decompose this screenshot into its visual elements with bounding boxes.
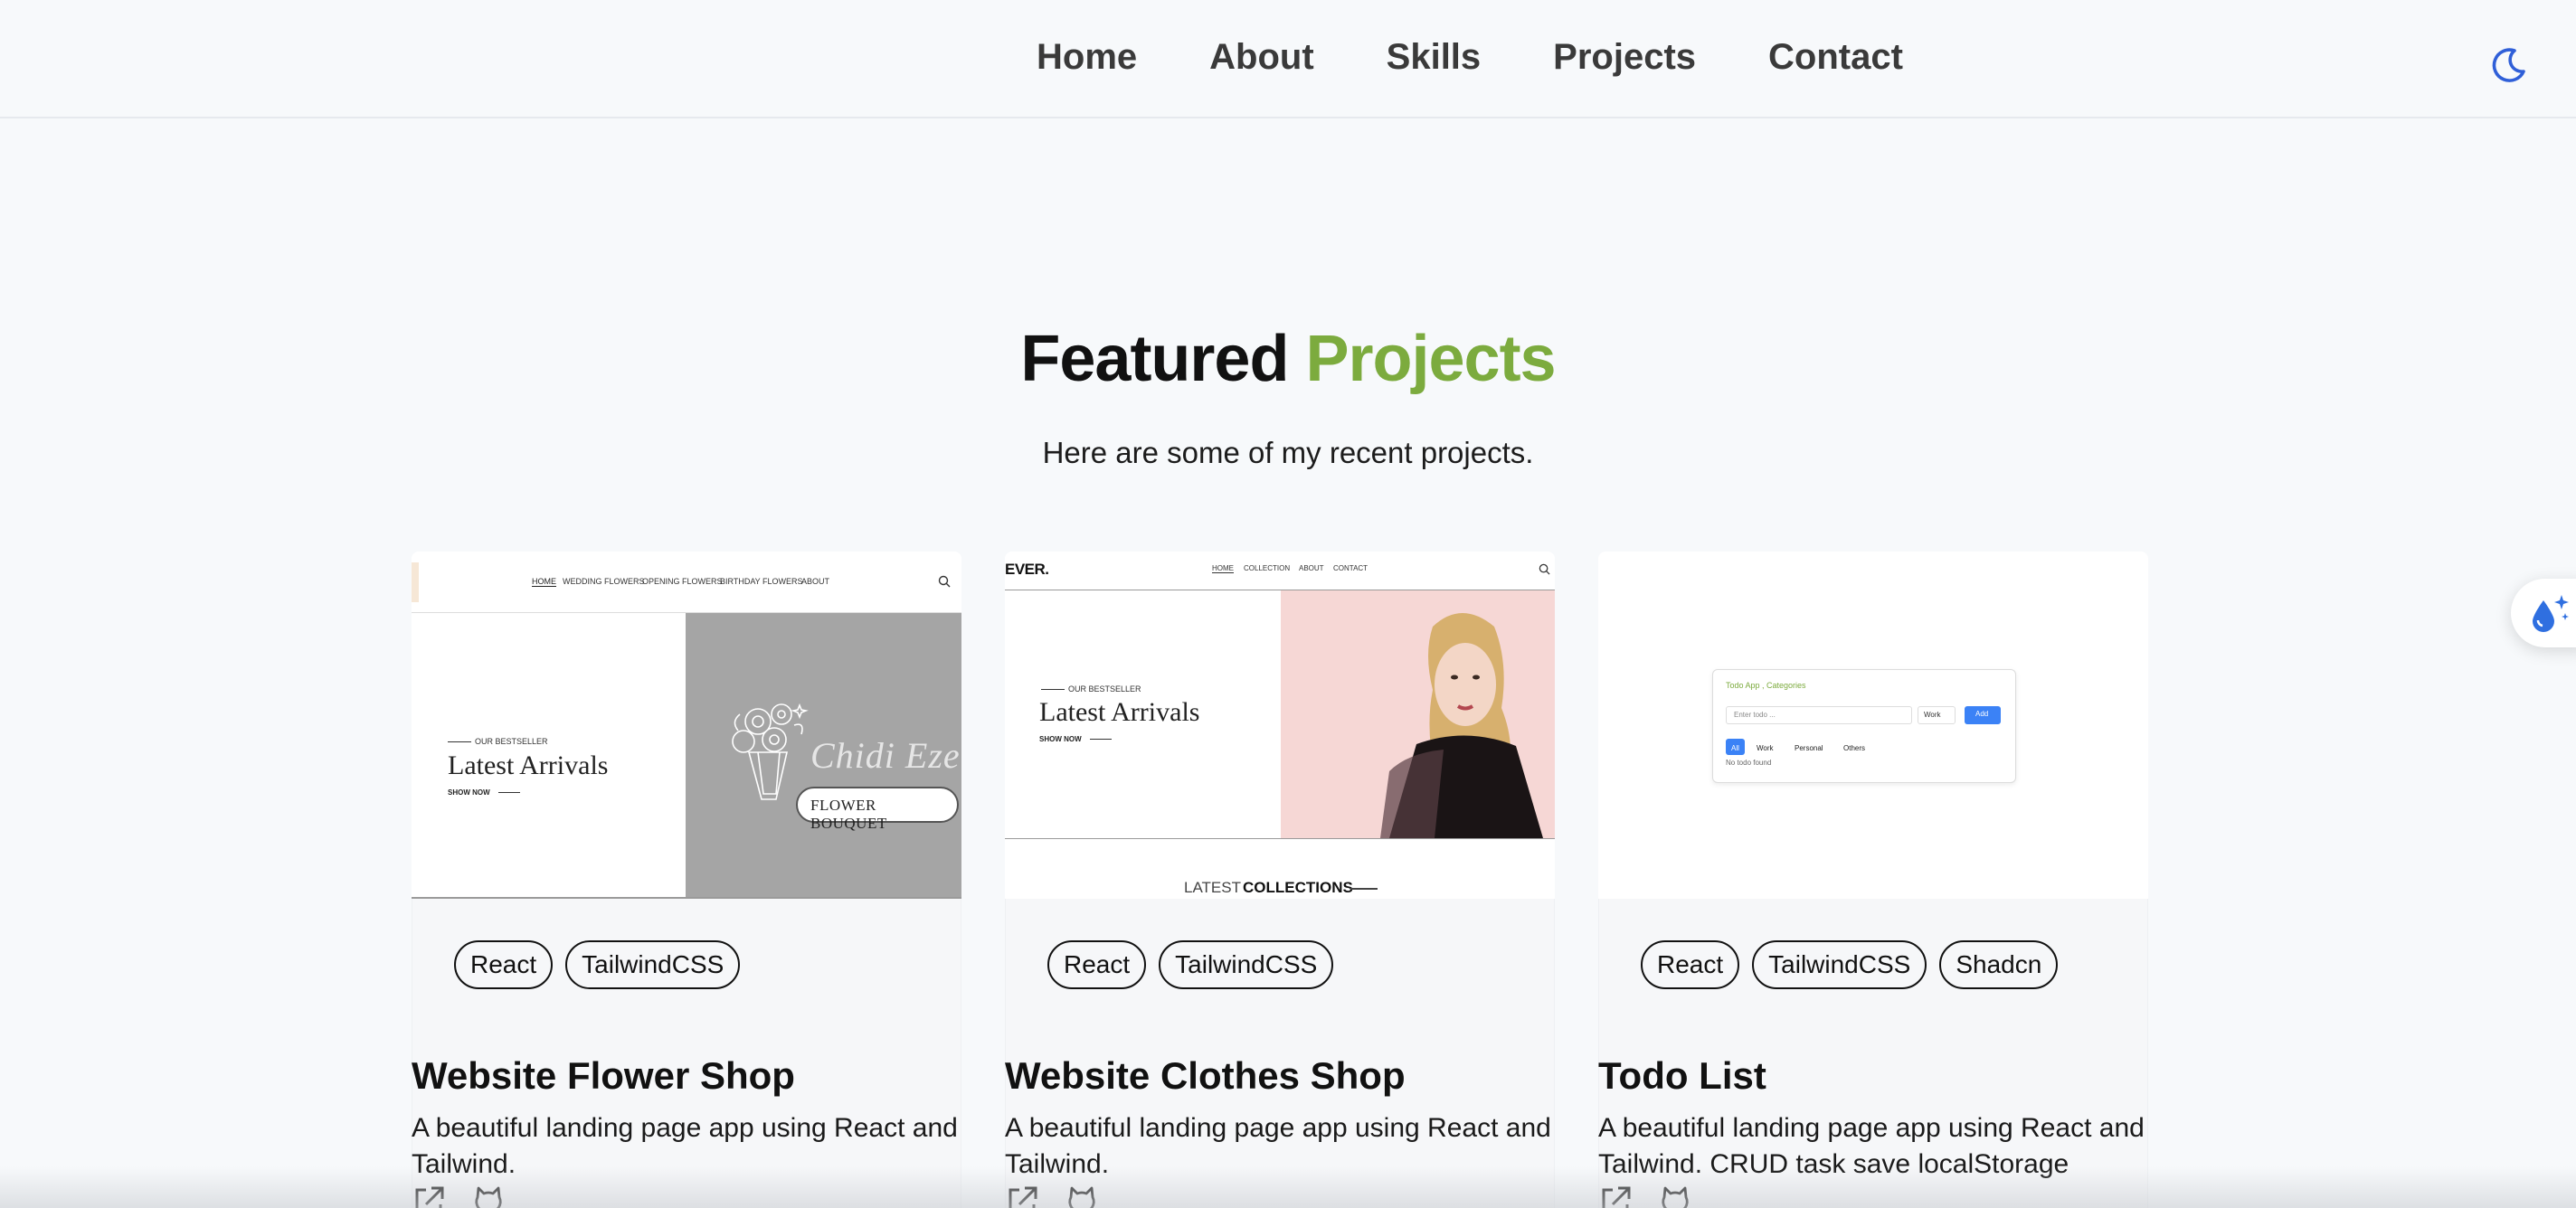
top-navbar: Home About Skills Projects Contact: [0, 0, 2576, 118]
preview-footer-right: COLLECTIONS: [1243, 879, 1353, 896]
preview-category-select: Work: [1918, 706, 1956, 724]
project-links: [1598, 1184, 1718, 1208]
tag-tailwindcss: TailwindCSS: [565, 940, 741, 989]
github-icon[interactable]: [1658, 1184, 1692, 1208]
preview-rule: [448, 741, 471, 742]
preview-add-label: Add: [1975, 710, 1989, 718]
preview-hero-left: OUR BESTSELLER Latest Arrivals SHOW NOW: [412, 613, 686, 899]
side-floating-button[interactable]: [2511, 579, 2576, 647]
preview-hero-right: Chidi Eze FLOWER BOUQUET: [686, 613, 961, 897]
preview-todo-app: Todo App , Categories Enter todo ... Wor…: [1712, 669, 2016, 783]
external-link-icon[interactable]: [412, 1184, 446, 1208]
tag-react: React: [1047, 940, 1147, 989]
preview-banner-text: FLOWER BOUQUET: [810, 797, 887, 832]
preview-collections-strip: LATEST COLLECTIONS: [1005, 839, 1555, 899]
preview-search-icon: [938, 575, 951, 588]
title-main: Featured: [1020, 323, 1289, 395]
preview-rule: [1350, 888, 1378, 890]
project-title: Website Flower Shop: [412, 1054, 795, 1097]
project-preview-image[interactable]: Todo App , Categories Enter todo ... Wor…: [1598, 552, 2148, 899]
preview-filter-personal: Personal: [1795, 744, 1823, 752]
preview-filter-others: Others: [1843, 744, 1866, 752]
nav-link-projects[interactable]: Projects: [1553, 31, 1696, 83]
preview-filter-all: All: [1726, 739, 1745, 755]
preview-navbar: HOME WEDDING FLOWERS OPENING FLOWERS BIR…: [412, 552, 961, 613]
tag-shadcn: Shadcn: [1939, 940, 2059, 989]
nav-link-about[interactable]: About: [1209, 31, 1314, 83]
preview-empty-state: No todo found: [1726, 759, 1772, 767]
preview-rule: [498, 792, 520, 793]
project-card-flower-shop: HOME WEDDING FLOWERS OPENING FLOWERS BIR…: [412, 552, 961, 1208]
preview-footer-left: LATEST: [1184, 879, 1241, 896]
github-icon[interactable]: [1065, 1184, 1099, 1208]
preview-app-title: Todo App , Categories: [1726, 681, 1806, 690]
moon-icon[interactable]: [2487, 43, 2531, 87]
nav-link-contact[interactable]: Contact: [1768, 31, 1903, 83]
project-title: Todo List: [1598, 1054, 1766, 1097]
preview-todo-input: Enter todo ...: [1726, 706, 1912, 724]
preview-add-button: Add: [1965, 706, 2001, 724]
project-links: [412, 1184, 531, 1208]
preview-nav-item: OPENING FLOWERS: [642, 577, 723, 586]
preview-logo-script: Chidi Eze: [810, 735, 961, 776]
project-preview-image[interactable]: HOME WEDDING FLOWERS OPENING FLOWERS BIR…: [412, 552, 961, 899]
project-card-todo-list: Todo App , Categories Enter todo ... Wor…: [1598, 552, 2148, 1208]
nav-link-skills[interactable]: Skills: [1387, 31, 1482, 83]
nav-links: Home About Skills Projects Contact: [1037, 31, 1975, 83]
preview-search-icon: [1539, 563, 1550, 575]
tag-react: React: [454, 940, 554, 989]
preview-heading: Latest Arrivals: [1039, 697, 1200, 727]
preview-input-placeholder: Enter todo ...: [1734, 711, 1776, 719]
preview-cta: SHOW NOW: [1039, 735, 1082, 743]
sparkle-drop-icon: [2533, 595, 2569, 632]
github-icon[interactable]: [471, 1184, 506, 1208]
tag-list: React TailwindCSS: [1047, 940, 1346, 989]
external-link-icon[interactable]: [1598, 1184, 1633, 1208]
preview-nav-item: WEDDING FLOWERS: [563, 577, 645, 586]
section-subtitle: Here are some of my recent projects.: [1042, 436, 1534, 469]
preview-nav-item: CONTACT: [1333, 564, 1368, 572]
preview-rule: [1041, 689, 1065, 690]
preview-nav-item: ABOUT: [1299, 564, 1324, 572]
project-preview-image[interactable]: EVER. HOME COLLECTION ABOUT CONTACT OUR …: [1005, 552, 1555, 899]
project-description: A beautiful landing page app using React…: [412, 1113, 958, 1179]
external-link-icon[interactable]: [1005, 1184, 1039, 1208]
preview-banner: FLOWER BOUQUET: [796, 787, 959, 832]
preview-nav-item: HOME: [1212, 564, 1234, 573]
preview-model-photo: [1281, 590, 1555, 838]
preview-nav-item: BIRTHDAY FLOWERS: [720, 577, 803, 586]
preview-rule: [1090, 739, 1112, 740]
preview-nav-item: HOME: [532, 577, 556, 587]
preview-nav-item: ABOUT: [801, 577, 830, 586]
title-accent: Projects: [1305, 323, 1556, 395]
preview-select-value: Work: [1924, 711, 1941, 719]
preview-eyebrow: OUR BESTSELLER: [1068, 684, 1141, 694]
tag-tailwindcss: TailwindCSS: [1159, 940, 1334, 989]
preview-hero: OUR BESTSELLER Latest Arrivals SHOW NOW: [1005, 590, 1555, 839]
tag-list: React TailwindCSS Shadcn: [1641, 940, 2070, 989]
preview-nav-item: COLLECTION: [1244, 564, 1291, 572]
preview-filter-work: Work: [1757, 744, 1774, 752]
section-title: Featured Projects: [0, 322, 2576, 396]
project-description: A beautiful landing page app using React…: [1598, 1113, 2145, 1179]
preview-logo-edge: [412, 562, 419, 602]
preview-brand: EVER.: [1005, 561, 1049, 578]
preview-cta: SHOW NOW: [448, 788, 490, 797]
preview-navbar: EVER. HOME COLLECTION ABOUT CONTACT: [1005, 552, 1555, 590]
tag-tailwindcss: TailwindCSS: [1752, 940, 1927, 989]
tag-react: React: [1641, 940, 1740, 989]
project-links: [1005, 1184, 1124, 1208]
preview-eyebrow: OUR BESTSELLER: [475, 737, 548, 746]
preview-heading: Latest Arrivals: [448, 750, 609, 780]
nav-link-home[interactable]: Home: [1037, 31, 1137, 83]
project-description: A beautiful landing page app using React…: [1005, 1113, 1551, 1179]
tag-list: React TailwindCSS: [454, 940, 753, 989]
project-card-clothes-shop: EVER. HOME COLLECTION ABOUT CONTACT OUR …: [1005, 552, 1555, 1208]
project-title: Website Clothes Shop: [1005, 1054, 1406, 1097]
